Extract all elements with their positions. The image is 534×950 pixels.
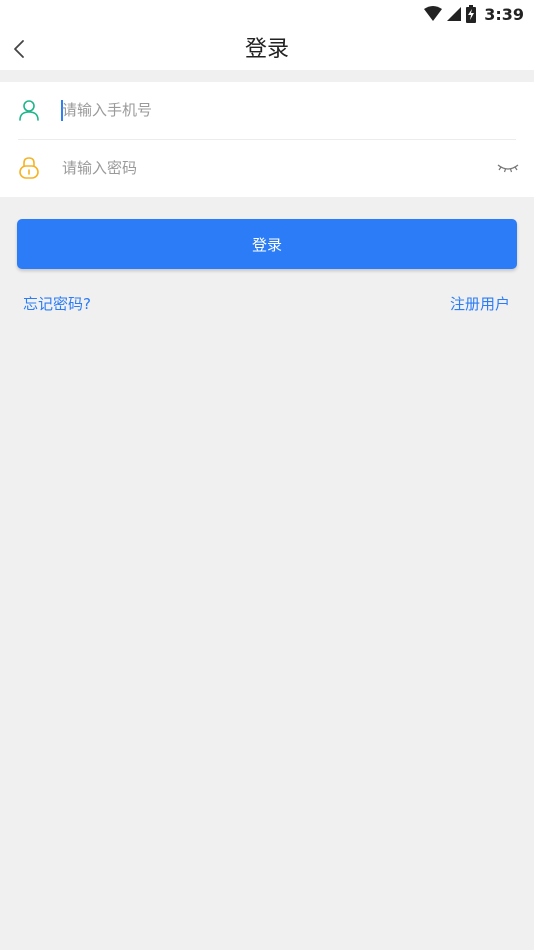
- login-form: [0, 82, 534, 197]
- user-icon: [19, 100, 39, 121]
- password-input[interactable]: [62, 154, 482, 182]
- wifi-icon: [424, 6, 443, 21]
- app-header: 3:39 登录: [0, 0, 534, 70]
- cellular-signal-icon: [447, 7, 462, 21]
- chevron-left-icon: [14, 40, 24, 58]
- battery-charging-icon: [466, 5, 477, 23]
- eye-closed-icon[interactable]: [496, 156, 520, 180]
- phone-input[interactable]: [62, 96, 482, 124]
- lock-icon: [19, 157, 39, 179]
- phone-row: [0, 82, 534, 139]
- page-title: 登录: [244, 37, 289, 62]
- forgot-password-link[interactable]: 忘记密码?: [23, 292, 91, 316]
- register-link[interactable]: 注册用户: [450, 292, 510, 316]
- status-time: 3:39: [484, 4, 524, 24]
- login-button[interactable]: 登录: [17, 219, 517, 269]
- status-bar: 3:39: [0, 0, 534, 28]
- password-row: [0, 140, 534, 197]
- back-button[interactable]: [6, 34, 32, 64]
- status-icons: 3:39: [424, 4, 524, 24]
